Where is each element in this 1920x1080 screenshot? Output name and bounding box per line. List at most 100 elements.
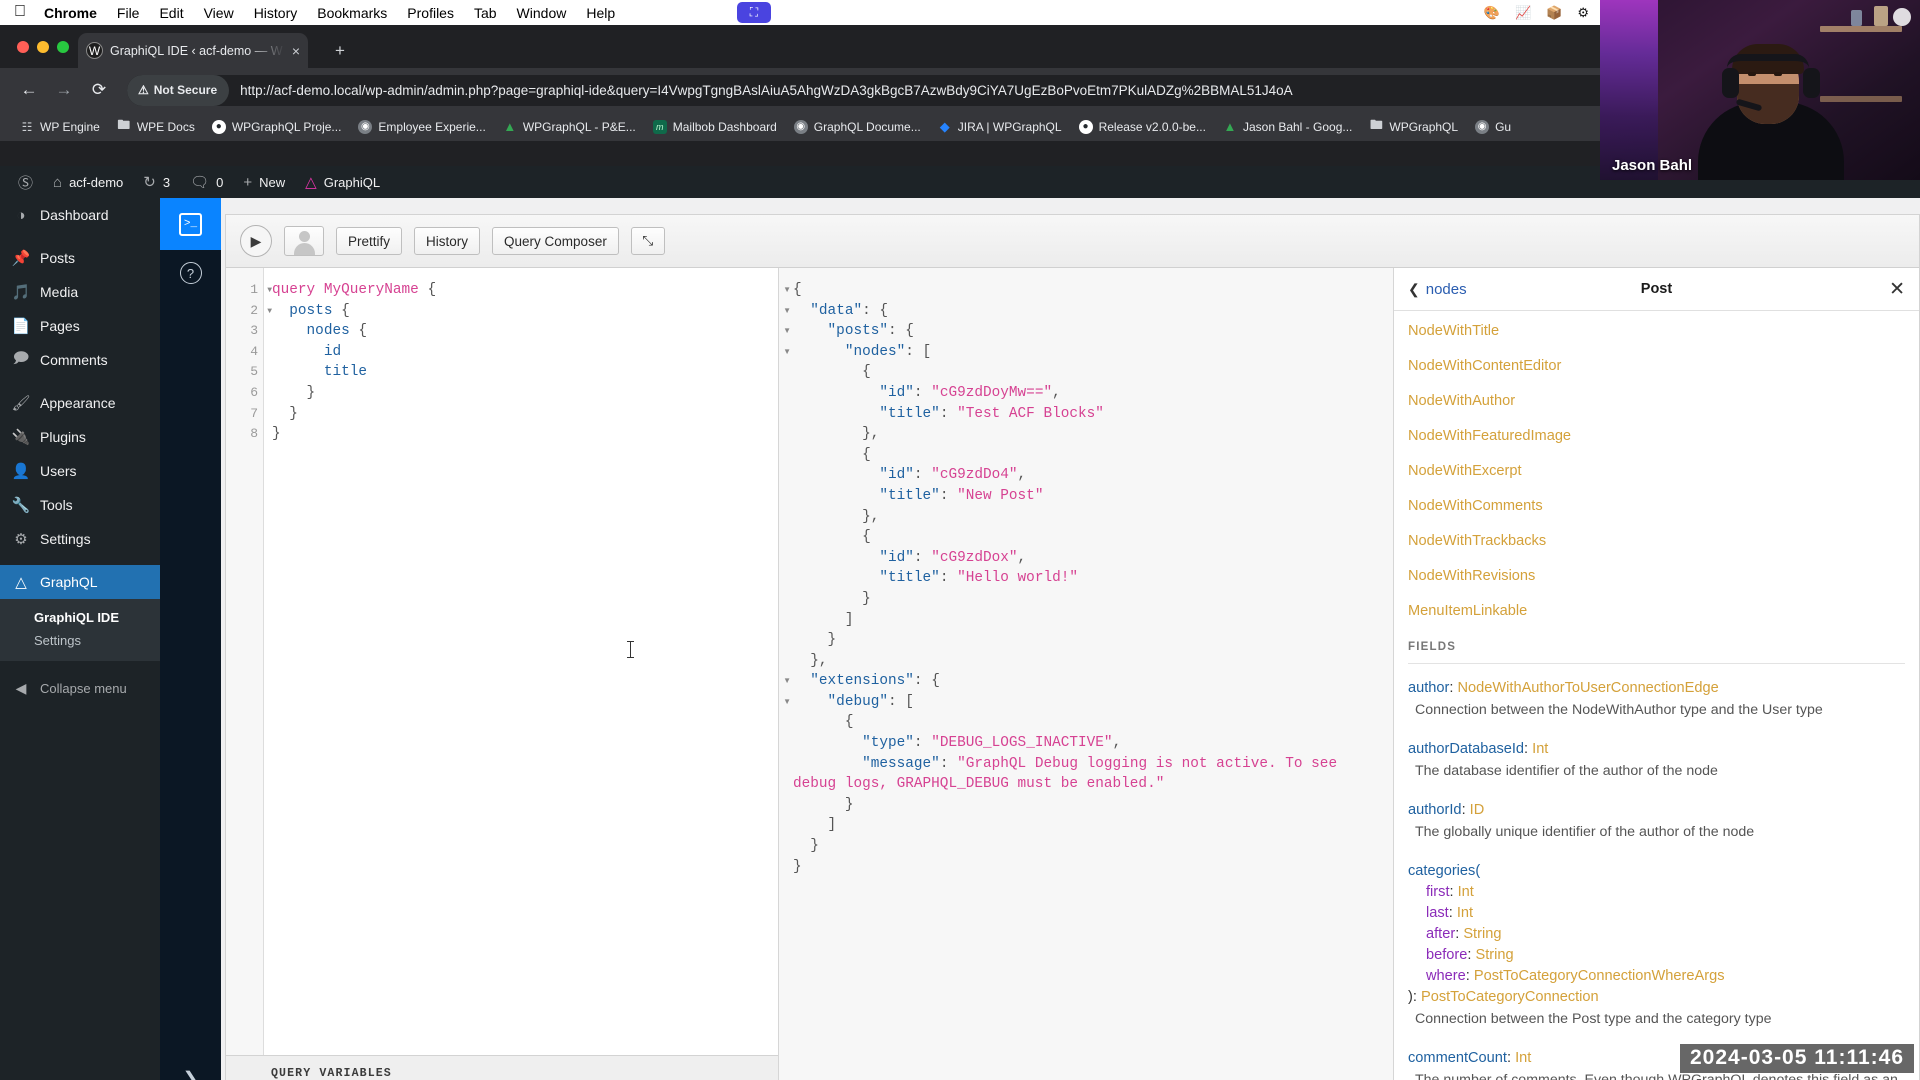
docs-implemented-interface[interactable]: NodeWithRevisions — [1408, 568, 1905, 584]
docs-arg-type[interactable]: PostToCategoryConnectionWhereArgs — [1474, 968, 1725, 984]
docs-implemented-interface[interactable]: MenuItemLinkable — [1408, 603, 1905, 619]
docs-field-name[interactable]: authorDatabaseId — [1408, 741, 1524, 757]
window-traffic-lights[interactable] — [17, 41, 69, 53]
minimize-window-button[interactable] — [37, 41, 49, 53]
gear-icon[interactable]: ⚙ — [1577, 5, 1589, 21]
bookmark-mailbob-dashboard[interactable]: m Mailbob Dashboard — [645, 117, 785, 137]
sidebar-subitem-graphiql-ide[interactable]: GraphiQL IDE — [0, 606, 160, 629]
docs-implemented-interface[interactable]: NodeWithFeaturedImage — [1408, 428, 1905, 444]
menu-profiles[interactable]: Profiles — [407, 5, 454, 21]
menu-help[interactable]: Help — [586, 5, 615, 21]
menu-chrome[interactable]: Chrome — [44, 5, 97, 21]
bookmark-wpgraphql-folder[interactable]: 🖿 WPGraphQL — [1361, 117, 1466, 137]
question-circle-icon[interactable]: ? — [179, 262, 202, 284]
box-icon[interactable]: 📦 — [1546, 5, 1562, 21]
graphiql-admin-bar-menu[interactable]: △ GraphiQL — [295, 166, 390, 198]
docs-implemented-interface[interactable]: NodeWithComments — [1408, 498, 1905, 514]
docs-implemented-interface[interactable]: NodeWithTrackbacks — [1408, 533, 1905, 549]
execute-query-button[interactable]: ▶ — [240, 225, 272, 257]
menu-view[interactable]: View — [204, 5, 234, 21]
docs-field-type[interactable]: ID — [1470, 802, 1485, 818]
sidebar-item-settings[interactable]: ⚙ Settings — [0, 522, 160, 556]
bookmark-jira-wpgraphql[interactable]: ◆ JIRA | WPGraphQL — [930, 117, 1070, 137]
sidebar-item-media[interactable]: 🎵 Media — [0, 275, 160, 309]
response-fold-cell[interactable]: ▼ — [779, 280, 791, 301]
chevron-right-icon[interactable]: ❯ — [160, 1068, 221, 1080]
menu-tab[interactable]: Tab — [474, 5, 497, 21]
bookmark-wp-engine[interactable]: ☷ WP Engine — [12, 117, 108, 137]
sidebar-subitem-settings[interactable]: Settings — [0, 629, 160, 652]
bookmark-jason-bahl-google[interactable]: ▲ Jason Bahl - Goog... — [1215, 117, 1360, 137]
response-fold-cell[interactable]: ▼ — [779, 692, 791, 713]
bookmark-employee-experience[interactable]: ◉ Employee Experie... — [350, 117, 493, 137]
docs-arg-type[interactable]: String — [1463, 926, 1501, 942]
fullscreen-button[interactable]: ⤡ — [630, 227, 665, 255]
docs-field-name[interactable]: categories — [1408, 863, 1475, 879]
maximize-window-button[interactable] — [57, 41, 69, 53]
sidebar-item-comments[interactable]: 🗩 Comments — [0, 343, 160, 377]
menu-file[interactable]: File — [117, 5, 140, 21]
query-editor[interactable]: 1 ▼ 2 ▼ 3 4 5 6 7 8 query MyQueryName { posts { n… — [226, 268, 778, 1055]
close-window-button[interactable] — [17, 41, 29, 53]
bookmark-graphql-documentation[interactable]: ◉ GraphQL Docume... — [786, 117, 929, 137]
docs-field-name[interactable]: commentCount — [1408, 1050, 1507, 1066]
docs-field-type[interactable]: Int — [1515, 1050, 1531, 1066]
forward-icon[interactable]: → — [49, 75, 79, 105]
sidebar-item-users[interactable]: 👤 Users — [0, 454, 160, 488]
response-fold-cell[interactable]: ▼ — [779, 301, 791, 322]
back-icon[interactable]: ← — [14, 75, 44, 105]
docs-implemented-interface[interactable]: NodeWithTitle — [1408, 323, 1905, 339]
menu-history[interactable]: History — [254, 5, 298, 21]
sidebar-item-tools[interactable]: 🔧 Tools — [0, 488, 160, 522]
graphiql-editor-toggle-button[interactable]: >_ — [160, 198, 221, 250]
wp-logo-menu[interactable]: Ⓢ — [8, 166, 43, 198]
prettify-button[interactable]: Prettify — [336, 227, 403, 255]
fold-toggle-icon[interactable]: ▼ — [267, 302, 272, 323]
docs-arg-type[interactable]: Int — [1458, 884, 1474, 900]
fold-toggle-icon[interactable]: ▼ — [267, 281, 272, 302]
menu-window[interactable]: Window — [517, 5, 567, 21]
menu-bookmarks[interactable]: Bookmarks — [317, 5, 387, 21]
sidebar-item-dashboard[interactable]: ◑ Dashboard — [0, 198, 160, 232]
docs-arg-type[interactable]: String — [1476, 947, 1514, 963]
close-tab-button[interactable]: × — [292, 43, 300, 59]
close-icon[interactable]: ✕ — [1889, 280, 1905, 299]
browser-tab[interactable]: W GraphiQL IDE ‹ acf-demo — W × — [78, 33, 308, 68]
docs-field-name[interactable]: authorId — [1408, 802, 1462, 818]
menu-edit[interactable]: Edit — [159, 5, 183, 21]
screen-share-badge-icon[interactable]: ⛶ — [737, 2, 771, 23]
query-variables-bar[interactable]: QUERY VARIABLES — [226, 1055, 778, 1080]
paint-icon[interactable]: 🎨 — [1484, 5, 1500, 21]
bookmark-release-v2[interactable]: ● Release v2.0.0-be... — [1071, 117, 1214, 137]
sidebar-item-pages[interactable]: 📄 Pages — [0, 309, 160, 343]
new-content-menu[interactable]: + New — [233, 166, 295, 198]
bookmark-wpgraphql-pe[interactable]: ▲ WPGraphQL - P&E... — [495, 117, 644, 137]
docs-implemented-interface[interactable]: NodeWithContentEditor — [1408, 358, 1905, 374]
response-fold-cell[interactable]: ▼ — [779, 671, 791, 692]
apple-logo-icon[interactable]:  — [14, 3, 26, 20]
updates-menu[interactable]: ↻ 3 — [133, 166, 180, 198]
sidebar-item-appearance[interactable]: 🖌 Appearance — [0, 386, 160, 420]
history-button[interactable]: History — [414, 227, 481, 255]
docs-arg-type[interactable]: Int — [1457, 905, 1473, 921]
sidebar-item-graphql[interactable]: △ GraphQL — [0, 565, 160, 599]
docs-implemented-interface[interactable]: NodeWithExcerpt — [1408, 463, 1905, 479]
reload-icon[interactable]: ⟳ — [84, 75, 114, 105]
sidebar-item-plugins[interactable]: 🔌 Plugins — [0, 420, 160, 454]
new-tab-button[interactable]: + — [335, 42, 345, 59]
query-code[interactable]: query MyQueryName { posts { nodes { id t… — [264, 268, 778, 1055]
sidebar-item-posts[interactable]: 📌 Posts — [0, 241, 160, 275]
bookmark-gu[interactable]: ◉ Gu — [1467, 117, 1519, 137]
auth-avatar-button[interactable] — [284, 226, 324, 256]
comments-menu[interactable]: 🗨 0 — [180, 166, 233, 198]
query-composer-button[interactable]: Query Composer — [492, 227, 619, 255]
chart-icon[interactable]: 📈 — [1515, 5, 1531, 21]
bookmark-wpgraphql-project[interactable]: ● WPGraphQL Proje... — [204, 117, 350, 137]
bookmark-wpe-docs[interactable]: 🖿 WPE Docs — [109, 117, 203, 137]
docs-field-type[interactable]: NodeWithAuthorToUserConnectionEdge — [1458, 680, 1719, 696]
docs-back-button[interactable]: ❮ nodes — [1408, 281, 1467, 298]
response-fold-cell[interactable]: ▼ — [779, 321, 791, 342]
response-fold-gutter[interactable]: ▼ ▼ ▼ ▼ ▼ ▼ — [779, 268, 791, 1080]
docs-field-type[interactable]: PostToCategoryConnection — [1421, 989, 1599, 1005]
response-fold-cell[interactable]: ▼ — [779, 342, 791, 363]
